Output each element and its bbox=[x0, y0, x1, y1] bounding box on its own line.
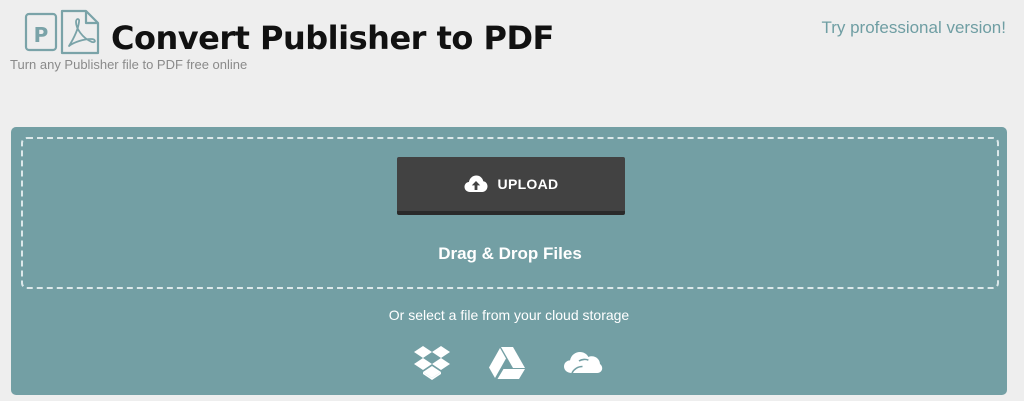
onedrive-icon bbox=[564, 352, 603, 374]
page-title: Convert Publisher to PDF bbox=[111, 19, 554, 57]
header: P Convert Publisher to PDF Turn any Publ… bbox=[0, 0, 1024, 100]
upload-button[interactable]: UPLOAD bbox=[397, 157, 625, 215]
try-professional-link[interactable]: Try professional version! bbox=[821, 16, 1006, 40]
drag-drop-text: Drag & Drop Files bbox=[438, 244, 582, 263]
publisher-pdf-logo-icon: P bbox=[24, 9, 100, 55]
drop-zone[interactable]: UPLOAD Drag & Drop Files bbox=[21, 137, 999, 289]
upload-button-label: UPLOAD bbox=[497, 176, 559, 192]
upload-panel: UPLOAD Drag & Drop Files Or select a fil… bbox=[11, 127, 1007, 395]
cloud-storage-options bbox=[11, 343, 1007, 383]
cloud-upload-icon bbox=[464, 175, 488, 192]
page-subtitle: Turn any Publisher file to PDF free onli… bbox=[10, 57, 248, 72]
google-drive-button[interactable] bbox=[487, 343, 527, 383]
cloud-storage-text: Or select a file from your cloud storage bbox=[388, 307, 630, 323]
app-logo: P bbox=[24, 8, 102, 56]
dropbox-button[interactable] bbox=[412, 343, 452, 383]
svg-text:P: P bbox=[34, 23, 49, 47]
google-drive-icon bbox=[489, 347, 525, 379]
onedrive-button[interactable] bbox=[563, 343, 603, 383]
dropbox-icon bbox=[414, 346, 450, 380]
